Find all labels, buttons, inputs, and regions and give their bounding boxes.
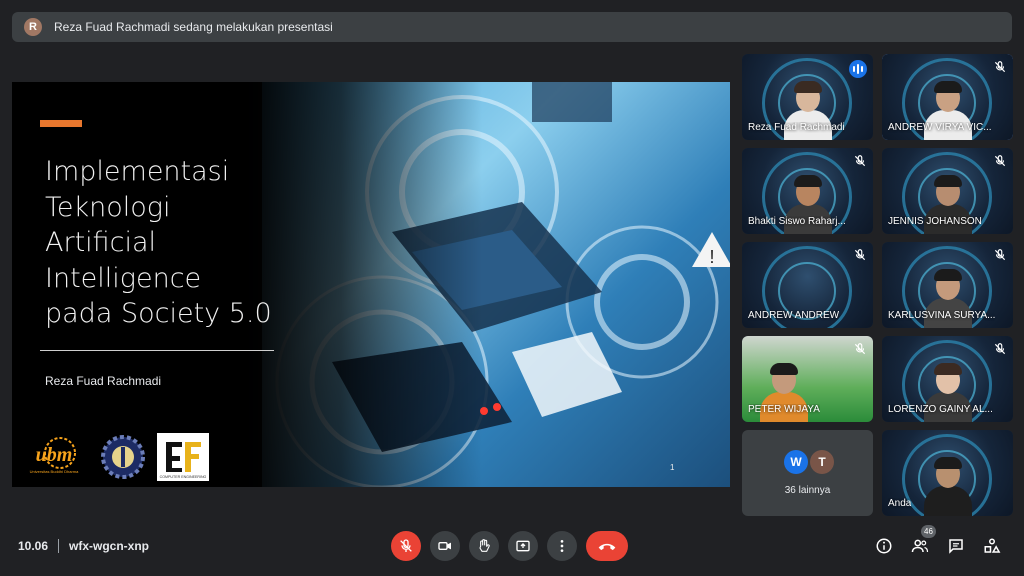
participant-tile[interactable]: PETER WIJAYA (742, 336, 873, 422)
mic-off-icon (854, 155, 866, 167)
participant-tile[interactable]: ANDREW ANDREW (742, 242, 873, 328)
ubm-logo-text: ubm (36, 444, 73, 466)
participant-name: Anda (888, 498, 912, 509)
people-icon (911, 539, 929, 553)
participant-name: LORENZO GAINY AL... (888, 404, 993, 415)
microphone-toggle-button[interactable] (391, 531, 421, 561)
mic-off-icon (400, 539, 412, 552)
call-control-bar: 10.06 wfx-wgcn-xnp 46 (0, 520, 1024, 576)
chat-icon (949, 539, 963, 554)
clock: 10.06 (18, 539, 49, 553)
participant-tile[interactable]: JENNIS JOHANSON (882, 148, 1013, 234)
participant-tile[interactable]: KARLUSVINA SURYA... (882, 242, 1013, 328)
ubm-logo: ubm Universitas Buddhi Dharma (24, 433, 90, 481)
presenter-avatar: R (24, 18, 42, 36)
svg-text:!: ! (709, 247, 714, 267)
mic-off-icon (994, 61, 1006, 73)
more-participants-tile[interactable]: W T 36 lainnya (742, 430, 873, 516)
slide-author: Reza Fuad Rachmadi (45, 374, 162, 388)
participant-name: Reza Fuad Rachmadi (748, 122, 845, 133)
camera-icon (438, 542, 451, 550)
raise-hand-button[interactable] (469, 531, 499, 561)
participant-video (924, 457, 972, 516)
meeting-code: wfx-wgcn-xnp (69, 539, 149, 553)
slide-divider (40, 350, 274, 351)
slide-title: Implementasi Teknologi Artificial Intell… (45, 154, 305, 332)
slide-title-line: Artificial (45, 227, 157, 258)
more-options-icon (560, 540, 564, 552)
shared-screen-presentation: ! Implementasi Teknologi Artificial Inte… (12, 82, 730, 487)
participant-avatar: W (784, 450, 808, 474)
more-participants-count: 36 lainnya (784, 485, 831, 496)
end-call-icon (598, 543, 616, 551)
mic-off-icon (854, 249, 866, 261)
participant-name: JENNIS JOHANSON (888, 216, 982, 227)
mic-off-icon (854, 343, 866, 355)
participant-name: KARLUSVINA SURYA... (888, 310, 996, 321)
participant-tile[interactable]: Reza Fuad Rachmadi (742, 54, 873, 140)
its-logo (98, 433, 148, 481)
present-icon (516, 540, 530, 552)
participant-name: PETER WIJAYA (748, 404, 820, 415)
participant-tile[interactable]: Bhakti Siswo Raharj... (742, 148, 873, 234)
slide-page-number: 1 (670, 463, 675, 472)
presenting-banner: R Reza Fuad Rachmadi sedang melakukan pr… (12, 12, 1012, 42)
meeting-details-button[interactable] (873, 535, 895, 557)
people-button[interactable] (909, 535, 931, 557)
slide-accent-bar (40, 120, 82, 127)
leave-call-button[interactable] (586, 531, 628, 561)
participant-avatar: T (810, 450, 834, 474)
participant-tile[interactable]: LORENZO GAINY AL... (882, 336, 1013, 422)
speaking-indicator-icon (849, 60, 867, 78)
slide-title-line: pada Society 5.0 (45, 298, 272, 329)
info-icon (876, 538, 892, 554)
computer-engineering-logo: COMPUTER ENGINEERING (157, 433, 209, 481)
ubm-logo-subtext: Universitas Buddhi Dharma (30, 469, 79, 474)
participant-name: Bhakti Siswo Raharj... (748, 216, 846, 227)
mic-off-icon (994, 249, 1006, 261)
participant-name: ANDREW VIRYA VIC... (888, 122, 992, 133)
slide-title-line: Implementasi (45, 156, 230, 187)
mic-off-icon (994, 343, 1006, 355)
mic-off-icon (994, 155, 1006, 167)
slide-title-line: Intelligence (45, 262, 202, 294)
participant-tile[interactable]: ANDREW VIRYA VIC... (882, 54, 1013, 140)
activities-icon (984, 538, 1001, 553)
more-options-button[interactable] (547, 531, 577, 561)
presenting-text: Reza Fuad Rachmadi sedang melakukan pres… (54, 20, 333, 34)
raise-hand-icon (479, 539, 490, 552)
people-count-badge: 46 (921, 525, 936, 538)
self-view-tile[interactable]: Anda (882, 430, 1013, 516)
chat-button[interactable] (945, 535, 967, 557)
slide-title-line: Teknologi (45, 191, 171, 223)
ce-logo-text: COMPUTER ENGINEERING (160, 475, 207, 479)
participant-name: ANDREW ANDREW (748, 310, 840, 321)
camera-toggle-button[interactable] (430, 531, 460, 561)
present-now-button[interactable] (508, 531, 538, 561)
activities-button[interactable] (981, 535, 1003, 557)
